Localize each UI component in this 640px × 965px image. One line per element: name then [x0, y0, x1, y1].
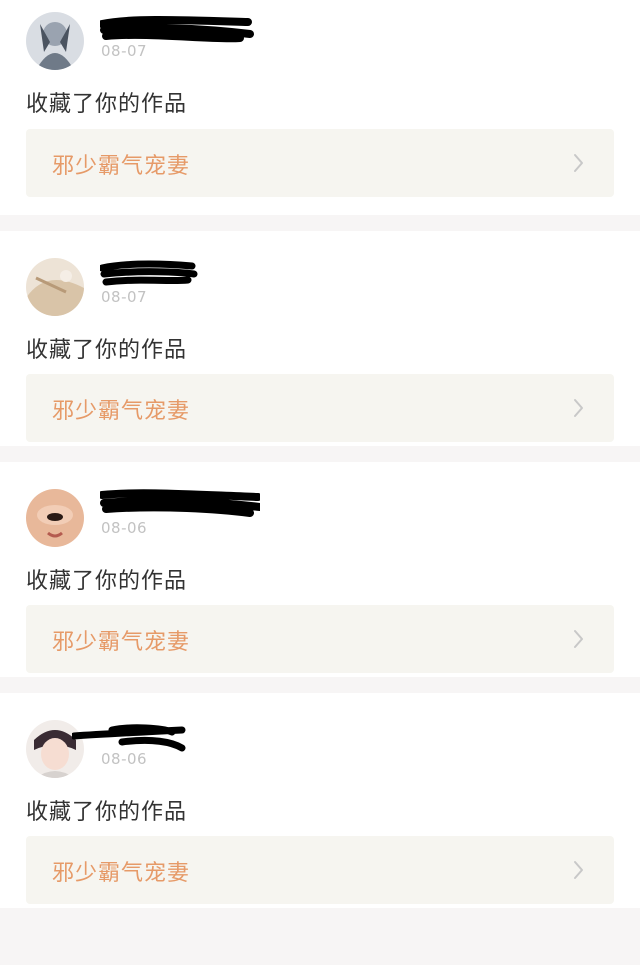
- avatar[interactable]: [26, 258, 84, 316]
- redaction-scribble: [100, 16, 254, 43]
- notification-action-text: 收藏了你的作品: [26, 569, 188, 594]
- work-link[interactable]: 邪少霸气宠妻: [26, 374, 614, 442]
- chevron-right-icon: [574, 630, 583, 648]
- notification-card: 08-06 收藏了你的作品 邪少霸气宠妻: [0, 462, 640, 677]
- avatar[interactable]: [26, 489, 84, 547]
- notification-card: 08-07 收藏了你的作品 邪少霸气宠妻: [0, 231, 640, 446]
- notification-date: 08-06: [101, 519, 148, 537]
- avatar-anime-icon: [26, 12, 84, 70]
- work-title: 邪少霸气宠妻: [52, 399, 191, 424]
- notification-card: 08-06 收藏了你的作品 邪少霸气宠妻: [0, 693, 640, 908]
- chevron-right-icon: [574, 399, 583, 417]
- username-redacted: [100, 489, 260, 519]
- username-redacted: [72, 722, 232, 752]
- redaction-scribble: [100, 260, 198, 286]
- redaction-scribble: [72, 724, 186, 752]
- notification-card: 08-07 收藏了你的作品 邪少霸气宠妻: [0, 0, 640, 215]
- username-redacted: [100, 14, 260, 44]
- avatar[interactable]: [26, 12, 84, 70]
- work-title: 邪少霸气宠妻: [52, 154, 191, 179]
- username-redacted: [100, 260, 260, 290]
- work-title: 邪少霸气宠妻: [52, 861, 191, 886]
- work-link[interactable]: 邪少霸气宠妻: [26, 836, 614, 904]
- notification-action-text: 收藏了你的作品: [26, 800, 188, 825]
- notification-date: 08-07: [101, 288, 148, 306]
- notification-date: 08-07: [101, 42, 148, 60]
- avatar-photo-icon: [26, 258, 84, 316]
- work-title: 邪少霸气宠妻: [52, 630, 191, 655]
- chevron-right-icon: [574, 861, 583, 879]
- notification-action-text: 收藏了你的作品: [26, 92, 188, 117]
- notification-feed: 08-07 收藏了你的作品 邪少霸气宠妻 08-07 收藏了你的作品 邪少霸气宠…: [0, 0, 640, 908]
- redaction-scribble: [100, 489, 260, 517]
- work-link[interactable]: 邪少霸气宠妻: [26, 129, 614, 197]
- chevron-right-icon: [574, 154, 583, 172]
- avatar-face-icon: [26, 489, 84, 547]
- notification-action-text: 收藏了你的作品: [26, 338, 188, 363]
- notification-date: 08-06: [101, 750, 148, 768]
- work-link[interactable]: 邪少霸气宠妻: [26, 605, 614, 673]
